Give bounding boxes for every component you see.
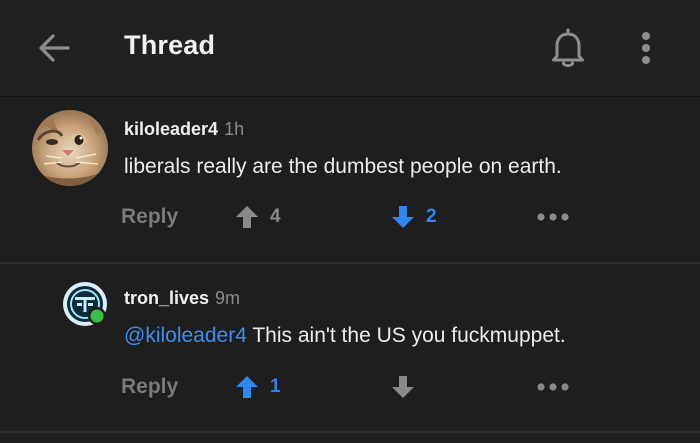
arrow-up-icon	[236, 206, 258, 228]
bottom-divider	[0, 431, 700, 433]
downvote-button[interactable]: 2	[390, 203, 437, 231]
top-app-bar: Thread	[0, 0, 700, 97]
arrow-down-icon	[392, 376, 414, 398]
comment-text-body: This ain't the US you fuckmuppet.	[246, 324, 566, 347]
upvote-button[interactable]: 1	[234, 373, 281, 401]
upvote-count: 4	[270, 206, 281, 227]
downvote-count: 2	[426, 206, 437, 227]
avatar-image	[63, 282, 107, 326]
more-options-button[interactable]	[632, 28, 660, 68]
reply-button[interactable]: Reply	[121, 375, 178, 399]
upvote-count: 1	[270, 376, 281, 397]
user-mention-link[interactable]: @kiloleader4	[124, 324, 247, 347]
back-button[interactable]	[34, 28, 74, 68]
arrow-left-icon	[39, 34, 70, 62]
horizontal-dots-icon	[537, 383, 569, 391]
online-status-dot	[90, 309, 104, 323]
horizontal-dots-icon	[537, 213, 569, 221]
notification-bell-button[interactable]	[548, 27, 588, 71]
page-title: Thread	[124, 30, 216, 60]
comment-meta: tron_lives 9m	[124, 288, 240, 310]
comment-text: liberals really are the dumbest people o…	[124, 155, 562, 178]
reply-button[interactable]: Reply	[121, 205, 178, 229]
comment-item-reply: tron_lives 9m @kiloleader4 This ain't the…	[0, 264, 700, 431]
comment-item: kiloleader4 1h liberals really are the du…	[0, 97, 700, 262]
arrow-down-icon	[392, 206, 414, 228]
bell-icon	[552, 28, 584, 68]
tron-logo-avatar[interactable]	[62, 281, 110, 329]
comment-text: @kiloleader4 This ain't the US you fuckm…	[124, 324, 566, 348]
thread-screen: Thread kiloleader4 1h liberals really ar…	[0, 0, 700, 443]
comment-more-button[interactable]	[533, 207, 573, 227]
comment-more-button[interactable]	[533, 377, 573, 397]
downvote-button[interactable]	[390, 373, 416, 401]
cat-photo-avatar[interactable]	[32, 110, 108, 186]
timestamp: 9m	[215, 288, 241, 308]
comment-meta: kiloleader4 1h	[124, 119, 244, 141]
avatar-image	[32, 110, 108, 186]
upvote-button[interactable]: 4	[234, 203, 281, 231]
arrow-up-icon	[236, 376, 258, 398]
username[interactable]: tron_lives	[124, 288, 209, 308]
timestamp: 1h	[224, 119, 245, 139]
vertical-dots-icon	[642, 32, 650, 64]
username[interactable]: kiloleader4	[124, 119, 218, 139]
